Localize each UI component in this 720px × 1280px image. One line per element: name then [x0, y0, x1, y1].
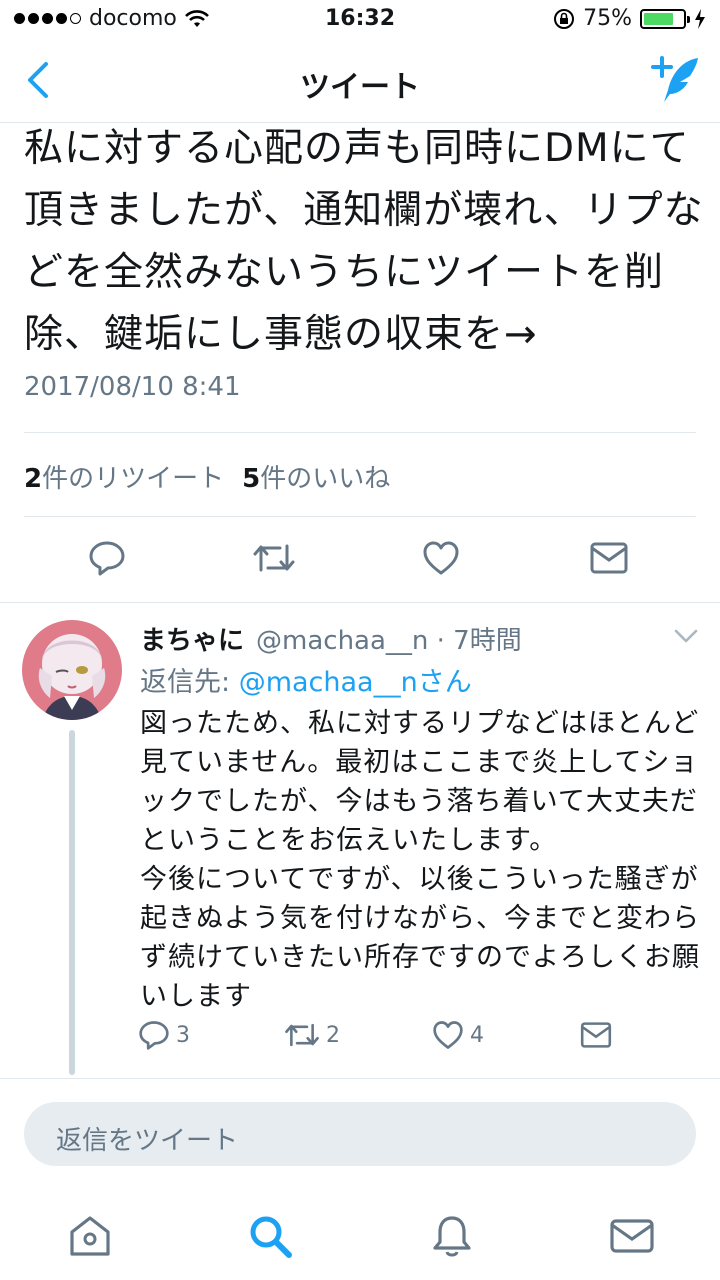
- orientation-lock-icon: [554, 8, 575, 29]
- status-bar: docomo 16:32 75%: [0, 0, 720, 40]
- divider: [24, 516, 696, 517]
- reply-icon[interactable]: [88, 540, 126, 576]
- reply-reply-count: 3: [176, 1022, 190, 1048]
- tweet-timestamp[interactable]: 2017/08/10 8:41: [24, 372, 241, 402]
- section-divider: [0, 1078, 720, 1079]
- reply-handle-time: @machaa__n · 7時間: [256, 626, 522, 656]
- reply-to-line: 返信先: @machaa__nさん: [140, 660, 472, 699]
- reply-compose-placeholder: 返信をツイート: [56, 1126, 239, 1156]
- reply-compose-input[interactable]: 返信をツイート: [24, 1102, 696, 1166]
- direct-message-icon[interactable]: [590, 542, 628, 574]
- reply-header: まちゃに @machaa__n · 7時間: [140, 620, 522, 657]
- retweet-stat[interactable]: 2件のリツイート: [24, 458, 224, 495]
- reply-to-prefix: 返信先:: [140, 667, 239, 698]
- reply-text: 図ったため、私に対するリプなどはほとんど見ていません。最初はここまで炎上してショ…: [140, 708, 700, 1012]
- chevron-down-icon[interactable]: [674, 628, 698, 644]
- reply-icon: [139, 1021, 169, 1050]
- divider: [24, 432, 696, 433]
- search-icon[interactable]: [246, 1212, 294, 1260]
- reply-like-count: 4: [470, 1022, 484, 1048]
- battery-percent: 75%: [583, 6, 632, 31]
- section-divider: [0, 602, 720, 603]
- retweet-count: 2: [24, 464, 43, 494]
- page-title: ツイート: [300, 70, 420, 105]
- reply-retweet-action[interactable]: 2: [284, 1020, 340, 1050]
- tweet-text: 私に対する心配の声も同時にDMにて頂きましたが、通知欄が壊れ、リプなどを全然みな…: [24, 126, 704, 350]
- compose-tweet-icon[interactable]: [646, 54, 702, 104]
- battery-icon: [640, 8, 690, 29]
- like-heart-icon: [433, 1021, 463, 1049]
- messages-icon[interactable]: [608, 1212, 656, 1260]
- like-stat[interactable]: 5件のいいね: [242, 458, 390, 495]
- avatar[interactable]: [22, 620, 122, 720]
- navigation-bar: ツイート: [0, 40, 720, 122]
- retweet-stat-label: 件のリツイート: [42, 464, 225, 494]
- like-stat-label: 件のいいね: [260, 464, 391, 494]
- reply-like-action[interactable]: 4: [432, 1020, 484, 1050]
- retweet-icon[interactable]: [252, 540, 296, 576]
- reply-reply-action[interactable]: 3: [138, 1020, 190, 1050]
- thread-line: [69, 730, 75, 1075]
- direct-message-icon[interactable]: [580, 1022, 612, 1048]
- notifications-bell-icon[interactable]: [428, 1212, 476, 1260]
- reply-to-mention[interactable]: @machaa__nさん: [239, 667, 472, 698]
- like-count: 5: [242, 464, 261, 494]
- home-icon[interactable]: [66, 1212, 114, 1260]
- tab-bar: [0, 1190, 720, 1280]
- reply-display-name[interactable]: まちゃに: [140, 620, 244, 657]
- charging-icon: [695, 8, 705, 29]
- tweet-stats: 2件のリツイート 5件のいいね: [24, 458, 390, 495]
- reply-retweet-count: 2: [326, 1022, 340, 1048]
- like-heart-icon[interactable]: [422, 540, 460, 576]
- retweet-icon: [285, 1023, 319, 1047]
- battery-info: 75%: [553, 6, 706, 31]
